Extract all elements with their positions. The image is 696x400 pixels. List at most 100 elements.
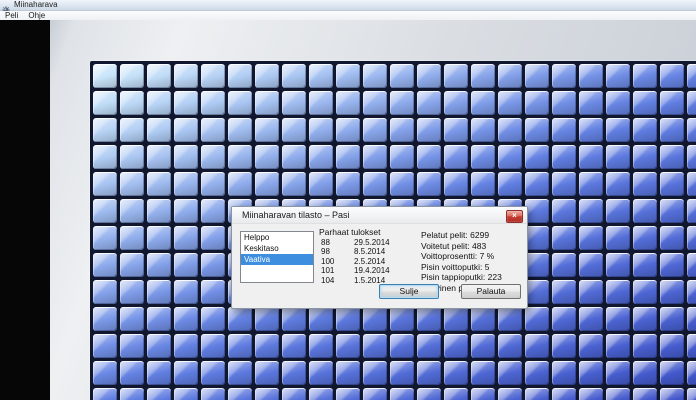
mine-tile[interactable] <box>147 91 171 115</box>
mine-tile[interactable] <box>174 226 198 250</box>
mine-tile[interactable] <box>633 226 657 250</box>
mine-tile[interactable] <box>633 199 657 223</box>
mine-tile[interactable] <box>606 253 630 277</box>
mine-tile[interactable] <box>471 361 495 385</box>
mine-tile[interactable] <box>255 145 279 169</box>
menu-ohje[interactable]: Ohje <box>23 11 50 20</box>
mine-tile[interactable] <box>660 172 684 196</box>
mine-tile[interactable] <box>498 388 522 400</box>
mine-tile[interactable] <box>228 388 252 400</box>
mine-tile[interactable] <box>336 172 360 196</box>
mine-tile[interactable] <box>633 145 657 169</box>
mine-tile[interactable] <box>390 91 414 115</box>
mine-tile[interactable] <box>255 91 279 115</box>
mine-tile[interactable] <box>552 388 576 400</box>
mine-tile[interactable] <box>93 91 117 115</box>
mine-tile[interactable] <box>201 361 225 385</box>
mine-tile[interactable] <box>606 334 630 358</box>
mine-tile[interactable] <box>606 307 630 331</box>
mine-tile[interactable] <box>93 199 117 223</box>
mine-tile[interactable] <box>498 361 522 385</box>
mine-tile[interactable] <box>552 118 576 142</box>
mine-tile[interactable] <box>201 334 225 358</box>
mine-tile[interactable] <box>120 226 144 250</box>
mine-tile[interactable] <box>93 172 117 196</box>
mine-tile[interactable] <box>606 361 630 385</box>
mine-tile[interactable] <box>174 307 198 331</box>
mine-tile[interactable] <box>363 145 387 169</box>
window-titlebar[interactable]: Miinaharava <box>0 0 696 11</box>
mine-tile[interactable] <box>633 64 657 88</box>
mine-tile[interactable] <box>660 280 684 304</box>
mine-tile[interactable] <box>552 280 576 304</box>
mine-tile[interactable] <box>687 280 696 304</box>
mine-tile[interactable] <box>255 361 279 385</box>
mine-tile[interactable] <box>606 91 630 115</box>
mine-tile[interactable] <box>525 172 549 196</box>
mine-tile[interactable] <box>336 334 360 358</box>
mine-tile[interactable] <box>336 361 360 385</box>
mine-tile[interactable] <box>228 145 252 169</box>
reset-button[interactable]: Palauta <box>461 284 521 299</box>
mine-tile[interactable] <box>336 64 360 88</box>
mine-tile[interactable] <box>228 172 252 196</box>
mine-tile[interactable] <box>687 388 696 400</box>
mine-tile[interactable] <box>471 118 495 142</box>
level-item-keskitaso[interactable]: Keskitaso <box>241 243 313 254</box>
mine-tile[interactable] <box>93 118 117 142</box>
mine-tile[interactable] <box>633 307 657 331</box>
mine-tile[interactable] <box>363 361 387 385</box>
mine-tile[interactable] <box>471 307 495 331</box>
mine-tile[interactable] <box>606 226 630 250</box>
mine-tile[interactable] <box>552 253 576 277</box>
mine-tile[interactable] <box>687 334 696 358</box>
mine-tile[interactable] <box>93 334 117 358</box>
mine-tile[interactable] <box>120 91 144 115</box>
mine-tile[interactable] <box>93 388 117 400</box>
mine-tile[interactable] <box>390 388 414 400</box>
mine-tile[interactable] <box>687 145 696 169</box>
mine-tile[interactable] <box>336 145 360 169</box>
mine-tile[interactable] <box>390 145 414 169</box>
mine-tile[interactable] <box>309 361 333 385</box>
mine-tile[interactable] <box>579 334 603 358</box>
mine-tile[interactable] <box>579 280 603 304</box>
menu-peli[interactable]: Peli <box>0 11 23 20</box>
mine-tile[interactable] <box>525 388 549 400</box>
mine-tile[interactable] <box>255 334 279 358</box>
mine-tile[interactable] <box>174 118 198 142</box>
mine-tile[interactable] <box>390 334 414 358</box>
mine-tile[interactable] <box>174 253 198 277</box>
mine-tile[interactable] <box>309 388 333 400</box>
mine-tile[interactable] <box>471 172 495 196</box>
mine-tile[interactable] <box>201 280 225 304</box>
mine-tile[interactable] <box>687 361 696 385</box>
mine-tile[interactable] <box>579 199 603 223</box>
mine-tile[interactable] <box>417 361 441 385</box>
mine-tile[interactable] <box>363 118 387 142</box>
mine-tile[interactable] <box>606 64 630 88</box>
mine-tile[interactable] <box>201 307 225 331</box>
mine-tile[interactable] <box>606 172 630 196</box>
mine-tile[interactable] <box>687 118 696 142</box>
mine-tile[interactable] <box>93 145 117 169</box>
mine-tile[interactable] <box>309 145 333 169</box>
mine-tile[interactable] <box>660 334 684 358</box>
mine-tile[interactable] <box>444 334 468 358</box>
mine-tile[interactable] <box>255 64 279 88</box>
mine-tile[interactable] <box>255 388 279 400</box>
mine-tile[interactable] <box>498 145 522 169</box>
mine-tile[interactable] <box>363 172 387 196</box>
mine-tile[interactable] <box>552 172 576 196</box>
mine-tile[interactable] <box>525 334 549 358</box>
mine-tile[interactable] <box>228 307 252 331</box>
mine-tile[interactable] <box>525 253 549 277</box>
mine-tile[interactable] <box>174 199 198 223</box>
mine-tile[interactable] <box>498 64 522 88</box>
mine-tile[interactable] <box>228 118 252 142</box>
mine-tile[interactable] <box>174 91 198 115</box>
mine-tile[interactable] <box>201 91 225 115</box>
mine-tile[interactable] <box>147 64 171 88</box>
mine-tile[interactable] <box>390 172 414 196</box>
mine-tile[interactable] <box>606 199 630 223</box>
